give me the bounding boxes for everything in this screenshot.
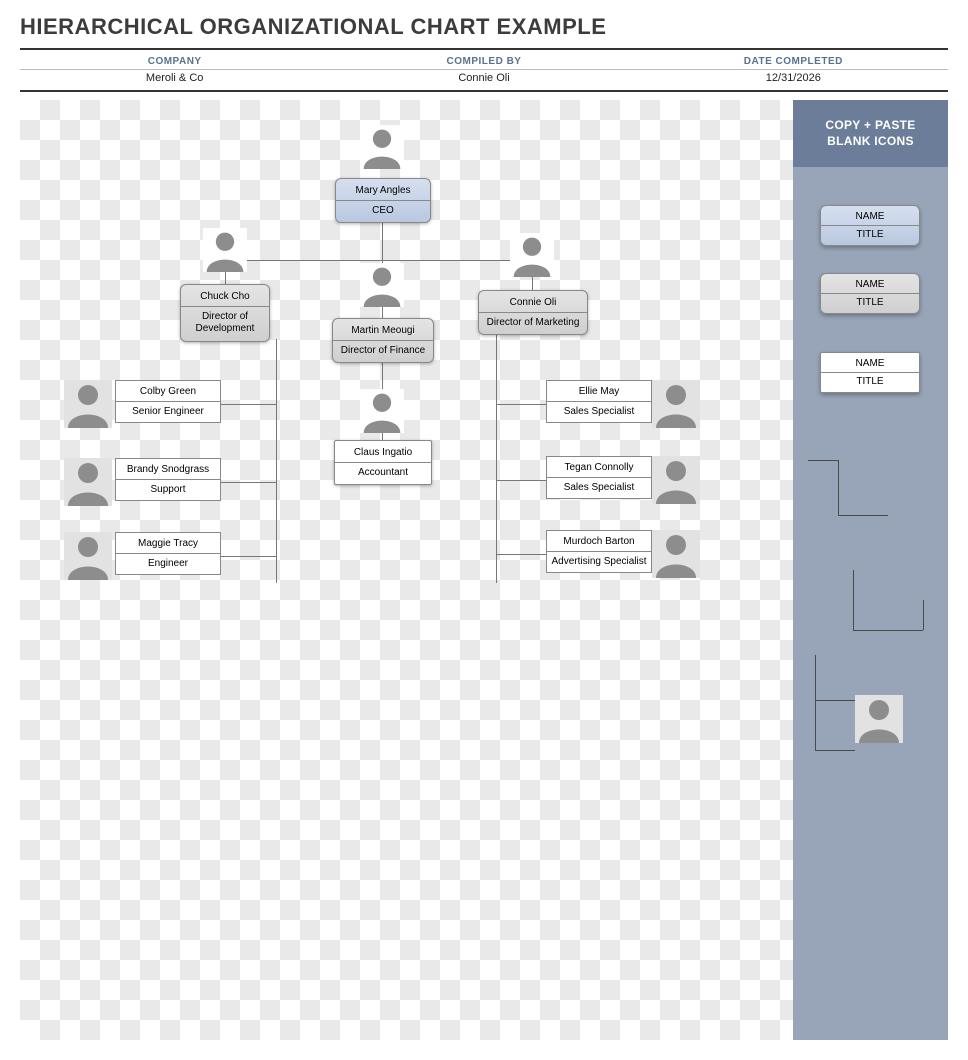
- connector-template[interactable]: [838, 515, 888, 516]
- connector: [220, 556, 276, 557]
- card-title: Director of Finance: [333, 341, 433, 362]
- template-name: NAME: [821, 353, 919, 373]
- card-name: Brandy Snodgrass: [116, 459, 220, 480]
- card-dev-staff[interactable]: Maggie Tracy Engineer: [115, 532, 221, 575]
- meta-compiled-header: COMPILED BY: [329, 54, 638, 70]
- person-icon: [64, 458, 112, 506]
- org-chart-canvas[interactable]: Mary Angles CEO Chuck Cho Director of De…: [20, 100, 793, 1040]
- page-title: HIERARCHICAL ORGANIZATIONAL CHART EXAMPL…: [0, 0, 968, 48]
- person-icon: [64, 380, 112, 428]
- connector: [220, 482, 276, 483]
- card-dev-staff[interactable]: Colby Green Senior Engineer: [115, 380, 221, 423]
- connector-template[interactable]: [808, 460, 838, 461]
- person-icon: [510, 233, 554, 277]
- connector: [225, 260, 533, 261]
- card-title: Accountant: [335, 463, 431, 484]
- card-name: Mary Angles: [336, 179, 430, 201]
- connector: [496, 404, 546, 405]
- person-icon: [652, 530, 700, 578]
- person-icon: [360, 125, 404, 169]
- card-title: Director of Marketing: [479, 313, 587, 334]
- card-name: Maggie Tracy: [116, 533, 220, 554]
- connector-template[interactable]: [853, 570, 854, 630]
- card-dev-staff[interactable]: Brandy Snodgrass Support: [115, 458, 221, 501]
- card-mkt-staff[interactable]: Tegan Connolly Sales Specialist: [546, 456, 652, 499]
- template-card-blue[interactable]: NAME TITLE: [820, 205, 920, 246]
- sidebar-header-l1: COPY + PASTE: [825, 118, 915, 132]
- card-mkt-staff[interactable]: Murdoch Barton Advertising Specialist: [546, 530, 652, 573]
- sidebar-header: COPY + PASTE BLANK ICONS: [793, 100, 948, 167]
- card-ceo[interactable]: Mary Angles CEO: [335, 178, 431, 223]
- card-title: Sales Specialist: [547, 402, 651, 422]
- meta-company-header: COMPANY: [20, 54, 329, 70]
- meta-compiled-value: Connie Oli: [458, 70, 509, 86]
- card-fin-dir[interactable]: Martin Meougi Director of Finance: [332, 318, 434, 363]
- card-name: Ellie May: [547, 381, 651, 402]
- connector: [496, 480, 546, 481]
- template-title: TITLE: [821, 226, 919, 245]
- person-icon: [64, 532, 112, 580]
- template-card-grey[interactable]: NAME TITLE: [820, 273, 920, 314]
- connector-template[interactable]: [815, 700, 855, 701]
- template-title: TITLE: [821, 294, 919, 313]
- card-accountant[interactable]: Claus Ingatio Accountant: [334, 440, 432, 485]
- card-title: Engineer: [116, 554, 220, 574]
- card-title: Sales Specialist: [547, 478, 651, 498]
- meta-date-header: DATE COMPLETED: [639, 54, 948, 70]
- card-name: Murdoch Barton: [547, 531, 651, 552]
- card-title: Director of Development: [181, 307, 269, 341]
- card-name: Claus Ingatio: [335, 441, 431, 463]
- card-title: Support: [116, 480, 220, 500]
- card-title: CEO: [336, 201, 430, 222]
- connector-template[interactable]: [838, 460, 839, 515]
- meta-table: COMPANY Meroli & Co COMPILED BY Connie O…: [20, 48, 948, 92]
- person-icon: [652, 380, 700, 428]
- connector: [496, 554, 546, 555]
- card-name: Chuck Cho: [181, 285, 269, 307]
- connector: [496, 331, 497, 583]
- connector-template[interactable]: [815, 750, 855, 751]
- template-name: NAME: [821, 274, 919, 294]
- person-icon: [360, 263, 404, 307]
- person-icon-template[interactable]: [855, 695, 903, 743]
- card-title: Senior Engineer: [116, 402, 220, 422]
- card-dev-dir[interactable]: Chuck Cho Director of Development: [180, 284, 270, 342]
- person-icon: [203, 228, 247, 272]
- connector: [220, 404, 276, 405]
- connector-template[interactable]: [853, 630, 923, 631]
- person-icon: [652, 456, 700, 504]
- template-title: TITLE: [821, 373, 919, 392]
- card-name: Colby Green: [116, 381, 220, 402]
- sidebar: COPY + PASTE BLANK ICONS NAME TITLE NAME…: [793, 100, 948, 1040]
- card-name: Tegan Connolly: [547, 457, 651, 478]
- person-icon: [360, 389, 404, 433]
- connector-template[interactable]: [815, 655, 816, 750]
- connector: [276, 339, 277, 583]
- template-name: NAME: [821, 206, 919, 226]
- template-card-white[interactable]: NAME TITLE: [820, 352, 920, 393]
- connector: [382, 220, 383, 260]
- card-name: Martin Meougi: [333, 319, 433, 341]
- card-name: Connie Oli: [479, 291, 587, 313]
- connector-template[interactable]: [923, 600, 924, 630]
- sidebar-header-l2: BLANK ICONS: [827, 134, 914, 148]
- card-mkt-dir[interactable]: Connie Oli Director of Marketing: [478, 290, 588, 335]
- meta-date-value: 12/31/2026: [766, 70, 821, 86]
- meta-company-value: Meroli & Co: [146, 70, 203, 86]
- card-mkt-staff[interactable]: Ellie May Sales Specialist: [546, 380, 652, 423]
- card-title: Advertising Specialist: [547, 552, 651, 572]
